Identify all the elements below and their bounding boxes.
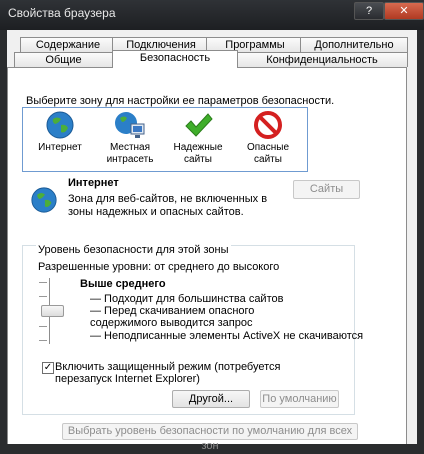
- level-bullet: — Подходит для большинства сайтов: [90, 293, 284, 305]
- level-bullet: — Неподписанные элементы ActiveX не скач…: [90, 330, 364, 342]
- sites-button[interactable]: Сайты: [293, 180, 360, 199]
- slider-tick: [39, 296, 47, 297]
- tab-privacy[interactable]: Конфиденциальность: [236, 52, 408, 67]
- zone-trusted-sites[interactable]: Надежные сайты: [168, 110, 228, 166]
- tab-advanced[interactable]: Дополнительно: [300, 37, 408, 52]
- prohibited-icon: [254, 111, 282, 139]
- zone-local-intranet[interactable]: Местная интрасеть: [100, 110, 160, 166]
- reset-all-zones-button[interactable]: Выбрать уровень безопасности по умолчани…: [62, 423, 358, 452]
- intranet-icon: [115, 112, 145, 138]
- close-button[interactable]: ✕: [384, 2, 424, 20]
- title-bar: Свойства браузера ? ✕: [0, 0, 424, 30]
- zone-internet[interactable]: Интернет: [30, 110, 90, 154]
- security-slider-thumb[interactable]: [41, 305, 64, 317]
- zone-prompt: Выберите зону для настройки ее параметро…: [26, 95, 335, 107]
- allowed-levels-text: Разрешенные уровни: от среднего до высок…: [38, 261, 280, 273]
- tab-security[interactable]: Безопасность: [112, 50, 238, 68]
- tab-content[interactable]: Содержание: [20, 37, 116, 52]
- protected-mode-checkbox[interactable]: ✓: [42, 362, 54, 374]
- level-bullet: — Перед скачиванием опасного содержимого…: [90, 305, 255, 329]
- slider-tick: [39, 282, 47, 283]
- zone-label: Интернет: [38, 142, 82, 153]
- zone-label: Надежные сайты: [173, 142, 223, 165]
- help-button[interactable]: ?: [354, 2, 384, 20]
- custom-level-button[interactable]: Другой...: [172, 390, 250, 408]
- security-level-group-label: Уровень безопасности для этой зоны: [36, 244, 231, 256]
- default-level-button[interactable]: По умолчанию: [260, 390, 339, 408]
- security-level-title: Выше среднего: [80, 278, 166, 290]
- globe-icon: [31, 187, 57, 213]
- selected-zone-title: Интернет: [68, 177, 119, 189]
- slider-tick: [39, 326, 47, 327]
- slider-tick: [39, 340, 47, 341]
- protected-mode-label: Включить защищенный режим (потребуется п…: [55, 361, 281, 385]
- zone-label: Опасные сайты: [246, 142, 290, 165]
- window-title: Свойства браузера: [8, 6, 116, 20]
- checkmark-icon: [185, 113, 213, 137]
- tab-general[interactable]: Общие: [14, 52, 113, 67]
- selected-zone-description: Зона для веб-сайтов, не включенных в зон…: [68, 193, 268, 218]
- globe-icon: [46, 111, 74, 139]
- zone-restricted-sites[interactable]: Опасные сайты: [238, 110, 298, 166]
- zone-label: Местная интрасеть: [106, 142, 154, 165]
